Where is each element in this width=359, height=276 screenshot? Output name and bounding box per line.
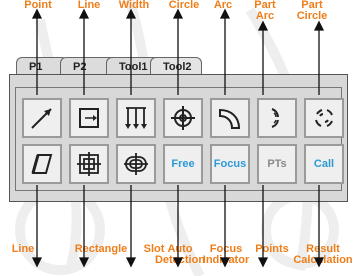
circle-crosshair-icon [171,106,195,130]
callout-rectangle: Rectangle [74,243,128,255]
callout-circle: Circle [168,0,200,11]
callout-line-bottom: Line [11,243,35,255]
callout-arc: Arc [213,0,233,11]
callout-width: Width [118,0,150,11]
slot-tool-button[interactable] [116,144,156,184]
callout-point: Point [24,0,52,11]
part-arc-icon [271,108,279,128]
width-arrows-icon [125,107,147,129]
tab-tool2[interactable]: Tool2 [150,57,202,75]
callout-result-calculation: Result Calculation [293,243,353,266]
arc-tool-button[interactable] [210,98,250,138]
circle-tool-button[interactable] [163,98,203,138]
parallelogram-line-icon [31,154,53,174]
arc-icon [219,108,241,129]
point-tool-button[interactable] [22,98,62,138]
part-arc-tool-button[interactable] [257,98,297,138]
callout-points: Points [255,243,289,255]
slot-icon [124,153,148,175]
callout-part-circle: Part Circle [296,0,328,22]
focus-button[interactable]: Focus [210,144,250,184]
callout-auto-detection: Auto Detection [154,243,206,266]
points-button[interactable]: PTs [257,144,297,184]
part-circle-tool-button[interactable] [304,98,344,138]
rectangle-crosshair-icon [77,152,101,176]
callout-line-top: Line [77,0,101,11]
part-circle-icon [315,109,333,127]
line-bracket-icon [79,108,99,128]
calculation-button[interactable]: Call [304,144,344,184]
width-tool-button[interactable] [116,98,156,138]
callout-focus-indicator: Focus Indicator [202,243,250,266]
rectangle-tool-button[interactable] [69,144,109,184]
free-button[interactable]: Free [163,144,203,184]
line-shape-tool-button[interactable] [22,144,62,184]
callout-part-arc: Part Arc [254,0,276,22]
toolbar-button-area: Free Focus PTs Call [15,87,344,191]
point-arrow-icon [31,108,52,129]
toolbar-panel: Free Focus PTs Call [9,74,348,202]
line-tool-button[interactable] [69,98,109,138]
